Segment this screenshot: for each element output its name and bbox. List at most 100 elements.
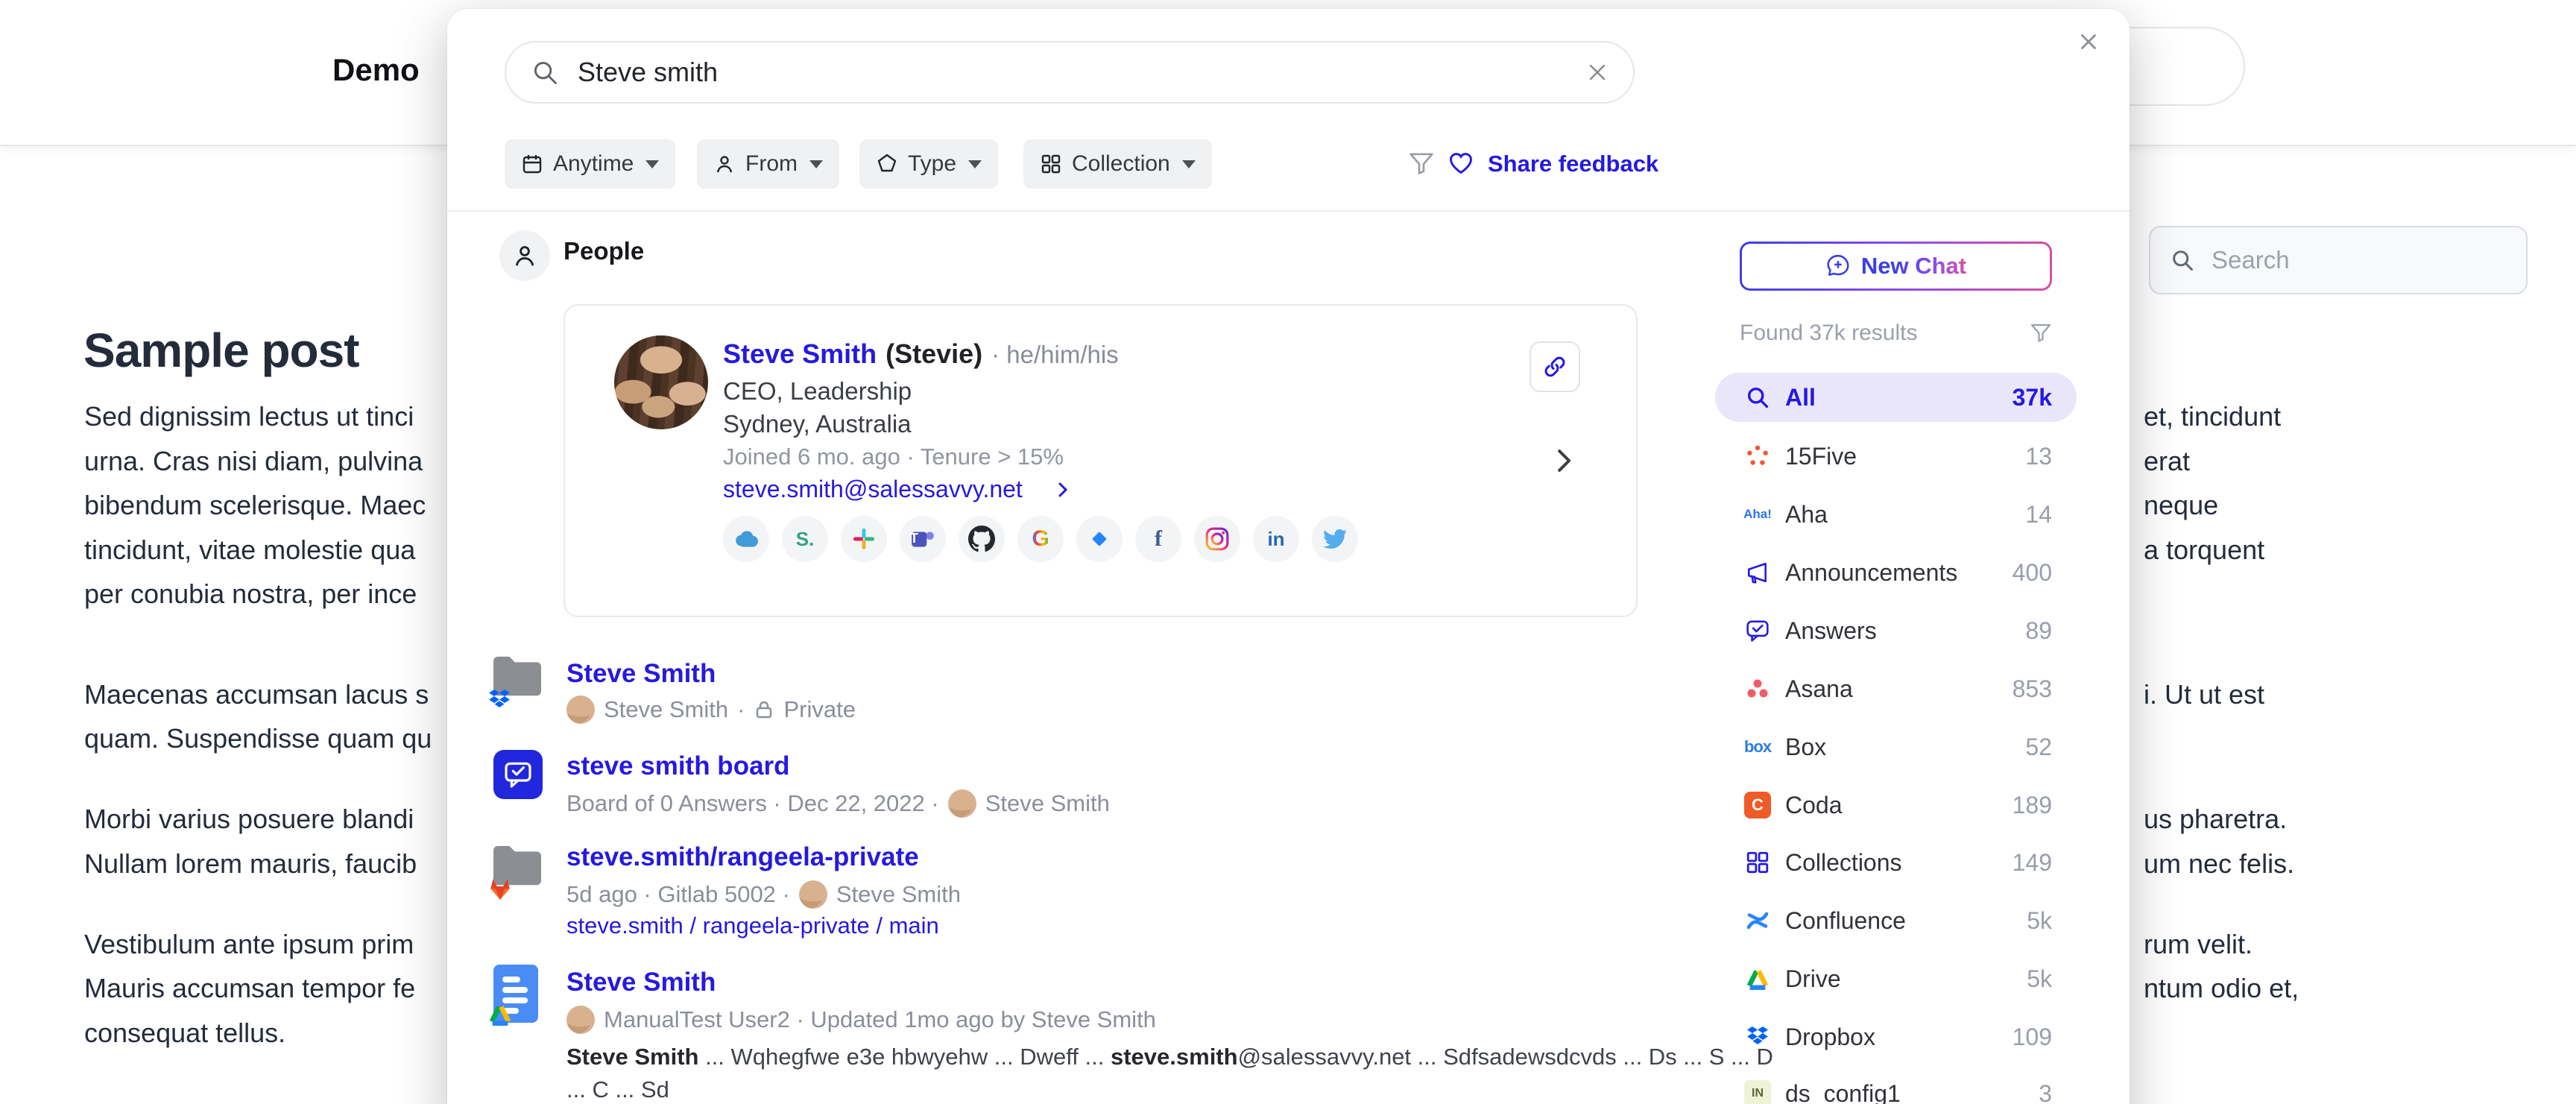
facet-collections[interactable]: Collections 149 bbox=[1715, 838, 2077, 887]
chevron-down-icon bbox=[809, 160, 823, 168]
facebook-icon[interactable]: f bbox=[1135, 516, 1181, 562]
github-icon[interactable] bbox=[959, 516, 1005, 562]
box-icon: box bbox=[1744, 737, 1771, 757]
facet-all[interactable]: All 37k bbox=[1715, 373, 2077, 422]
screen: Demo Search Sample post Sed dignissim le… bbox=[0, 0, 2576, 1104]
body-line-right: rum velit. bbox=[2144, 929, 2253, 960]
facet-announcements[interactable]: Announcements 400 bbox=[1715, 548, 2077, 597]
board-icon bbox=[493, 750, 543, 799]
close-icon[interactable] bbox=[2071, 24, 2106, 60]
body-line-right: ntum odio et, bbox=[2144, 973, 2299, 1004]
megaphone-icon bbox=[1746, 561, 1770, 584]
body-line: Maecenas accumsan lacus s bbox=[84, 679, 429, 710]
twitter-icon[interactable] bbox=[1312, 516, 1358, 562]
filter-chip-label: Anytime bbox=[553, 151, 634, 177]
person-tenure: Joined 6 mo. ago · Tenure > 15% bbox=[723, 444, 1064, 470]
person-app-links: S. T G f bbox=[723, 516, 1358, 562]
facet-box[interactable]: box Box 52 bbox=[1715, 722, 2077, 772]
result-meta: Steve Smith · Private bbox=[566, 693, 856, 726]
folder-icon bbox=[493, 654, 541, 696]
chat-sparkle-icon bbox=[1825, 253, 1851, 279]
aha-icon: Aha! bbox=[1743, 507, 1772, 522]
body-line-right: et, tincidunt bbox=[2144, 401, 2281, 432]
people-section-icon bbox=[499, 230, 550, 281]
person-name-link[interactable]: Steve Smith bbox=[723, 338, 877, 370]
body-line: consequat tellus. bbox=[84, 1018, 285, 1049]
link-icon bbox=[1543, 355, 1567, 379]
result-meta: Board of 0 Answers · Dec 22, 2022 · Stev… bbox=[566, 787, 1110, 820]
avatar bbox=[566, 695, 595, 724]
filter-chip-type[interactable]: Type bbox=[859, 139, 998, 189]
asana-icon bbox=[1746, 678, 1770, 700]
funnel-icon[interactable] bbox=[2030, 322, 2052, 344]
filter-chip-label: Collection bbox=[1072, 151, 1170, 177]
salesforce-icon[interactable] bbox=[723, 516, 769, 562]
answers-icon bbox=[1746, 619, 1770, 643]
facet-answers[interactable]: Answers 89 bbox=[1715, 606, 2077, 655]
facet-confluence[interactable]: Confluence 5k bbox=[1715, 896, 2077, 945]
body-line: Sed dignissim lectus ut tinci bbox=[84, 401, 414, 432]
facet-ds-config1[interactable]: IN ds_config1 3 bbox=[1715, 1069, 2077, 1104]
statuspage-icon[interactable]: S. bbox=[782, 516, 828, 562]
heart-icon[interactable] bbox=[1448, 151, 1474, 176]
body-line-right: i. Ut ut est bbox=[2144, 679, 2264, 710]
page-title: Sample post bbox=[83, 323, 359, 378]
instagram-icon[interactable] bbox=[1194, 516, 1240, 562]
datasource-icon: IN bbox=[1744, 1080, 1771, 1104]
facet-asana[interactable]: Asana 853 bbox=[1715, 664, 2077, 713]
share-feedback-link[interactable]: Share feedback bbox=[1488, 151, 1658, 177]
gitlab-icon bbox=[487, 877, 513, 900]
linkedin-icon[interactable]: in bbox=[1253, 516, 1299, 562]
person-nickname: (Stevie) bbox=[886, 338, 982, 370]
facet-coda[interactable]: C Coda 189 bbox=[1715, 780, 2077, 830]
body-line-right: um nec felis. bbox=[2144, 848, 2294, 880]
search-query[interactable]: Steve smith bbox=[578, 57, 1568, 88]
person-card[interactable]: Steve Smith (Stevie) · he/him/his CEO, L… bbox=[564, 304, 1638, 617]
modal-search-input[interactable]: Steve smith bbox=[505, 41, 1635, 104]
result-title[interactable]: Steve Smith bbox=[566, 968, 716, 997]
new-chat-button[interactable]: New Chat bbox=[1740, 242, 2052, 291]
body-line: Vestibulum ante ipsum prim bbox=[84, 929, 414, 960]
person-pronouns: · he/him/his bbox=[991, 341, 1119, 369]
copy-link-button[interactable] bbox=[1530, 341, 1580, 392]
clear-icon[interactable] bbox=[1587, 62, 1608, 83]
body-line: tincidunt, vitae molestie qua bbox=[84, 534, 415, 566]
divider bbox=[447, 210, 2130, 212]
filter-funnel-icon[interactable] bbox=[1408, 151, 1435, 177]
person-email-link[interactable]: steve.smith@salessavvy.net bbox=[723, 476, 1023, 503]
search-modal: Steve smith Anytime From Type Collection… bbox=[447, 9, 2130, 1104]
result-title[interactable]: steve smith board bbox=[566, 751, 790, 781]
confluence-icon bbox=[1746, 909, 1770, 933]
result-breadcrumb[interactable]: steve.smith / rangeela-private / main bbox=[566, 912, 939, 939]
results-count-row: Found 37k results bbox=[1740, 321, 2052, 346]
person-icon bbox=[511, 242, 538, 269]
page-search-box[interactable]: Search bbox=[2149, 226, 2528, 294]
result-title[interactable]: steve.smith/rangeela-private bbox=[566, 842, 919, 872]
body-line-right: us pharetra. bbox=[2144, 804, 2287, 835]
body-line: bibendum scelerisque. Maec bbox=[84, 490, 426, 521]
facet-15five[interactable]: 15Five 13 bbox=[1715, 432, 2077, 481]
facet-drive[interactable]: Drive 5k bbox=[1715, 954, 2077, 1003]
expand-chevron-icon[interactable] bbox=[1550, 446, 1577, 476]
result-title[interactable]: Steve Smith bbox=[566, 659, 716, 689]
google-icon[interactable]: G bbox=[1017, 516, 1064, 562]
search-icon bbox=[2170, 247, 2195, 273]
chevron-down-icon bbox=[968, 160, 982, 168]
body-line: quam. Suspendisse quam qu bbox=[84, 723, 432, 754]
jira-icon[interactable] bbox=[1076, 516, 1123, 562]
coda-icon: C bbox=[1744, 792, 1771, 818]
chevron-down-icon bbox=[1182, 160, 1196, 168]
body-line-right: neque bbox=[2144, 490, 2218, 521]
filter-chip-anytime[interactable]: Anytime bbox=[505, 139, 675, 189]
facet-dropbox[interactable]: Dropbox 109 bbox=[1715, 1012, 2077, 1062]
chevron-right-icon[interactable] bbox=[1055, 482, 1072, 498]
google-doc-icon bbox=[493, 965, 538, 1023]
teams-icon[interactable]: T bbox=[900, 516, 946, 562]
avatar bbox=[948, 789, 976, 818]
facet-aha[interactable]: Aha! Aha 14 bbox=[1715, 490, 2077, 539]
slack-icon[interactable] bbox=[841, 516, 887, 562]
avatar bbox=[799, 880, 827, 909]
filter-chip-from[interactable]: From bbox=[697, 139, 839, 189]
filter-chip-collection[interactable]: Collection bbox=[1023, 139, 1212, 189]
avatar bbox=[614, 335, 708, 429]
